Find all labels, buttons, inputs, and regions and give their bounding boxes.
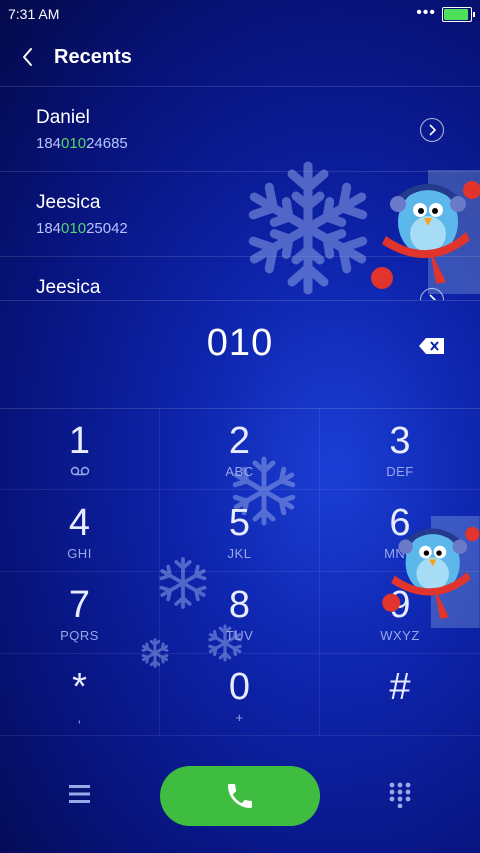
key-0[interactable]: 0 + [160,654,320,736]
dial-keypad: 1 2 ABC 3 DEF 4 GHI 5 JKL 6 MNO 7 PQRS 8… [0,408,480,738]
key-2[interactable]: 2 ABC [160,408,320,490]
backspace-icon [419,338,444,354]
bottom-bar [0,740,480,853]
contact-detail-button[interactable] [420,288,444,300]
key-6[interactable]: 6 MNO [320,490,480,572]
key-4[interactable]: 4 GHI [0,490,160,572]
dialpad-toggle-button[interactable] [388,782,412,809]
more-dots-icon: ••• [416,4,436,21]
header: Recents [0,30,480,86]
dial-display: 010 [0,300,480,408]
dialpad-icon [389,782,411,809]
key-hash[interactable]: # [320,654,480,736]
menu-icon [69,785,90,803]
key-8[interactable]: 8 TUV [160,572,320,654]
dial-input[interactable]: 010 [0,322,480,365]
voicemail-icon [70,466,90,476]
key-1[interactable]: 1 [0,408,160,490]
recent-row[interactable]: Daniel 18401024685 [0,86,480,171]
key-3[interactable]: 3 DEF [320,408,480,490]
backspace-button[interactable] [418,336,446,356]
contact-number: 18401024685 [36,135,128,152]
chevron-right-icon [429,209,437,221]
page-title: Recents [54,46,132,68]
call-button[interactable] [160,766,320,826]
contact-name: Jeesica [36,277,101,298]
status-time: 7:31 AM [8,6,60,22]
chevron-right-icon [429,124,437,136]
recent-row[interactable]: Jeesica [0,256,480,300]
battery-icon [442,7,475,22]
contact-name: Daniel [36,107,90,128]
key-5[interactable]: 5 JKL [160,490,320,572]
key-7[interactable]: 7 PQRS [0,572,160,654]
contact-detail-button[interactable] [420,203,444,227]
phone-icon [228,784,252,808]
recents-list: Daniel 18401024685 Jeesica 18401025042 J… [0,86,480,300]
key-9[interactable]: 9 WXYZ [320,572,480,654]
chevron-left-icon [23,48,32,66]
back-button[interactable] [14,42,44,72]
chevron-right-icon [429,294,437,300]
contact-name: Jeesica [36,192,101,213]
key-star[interactable]: * , [0,654,160,736]
menu-button[interactable] [66,782,94,806]
status-bar: 7:31 AM ••• [0,0,480,28]
contact-detail-button[interactable] [420,118,444,142]
contact-number: 18401025042 [36,220,128,237]
recent-row[interactable]: Jeesica 18401025042 [0,171,480,256]
